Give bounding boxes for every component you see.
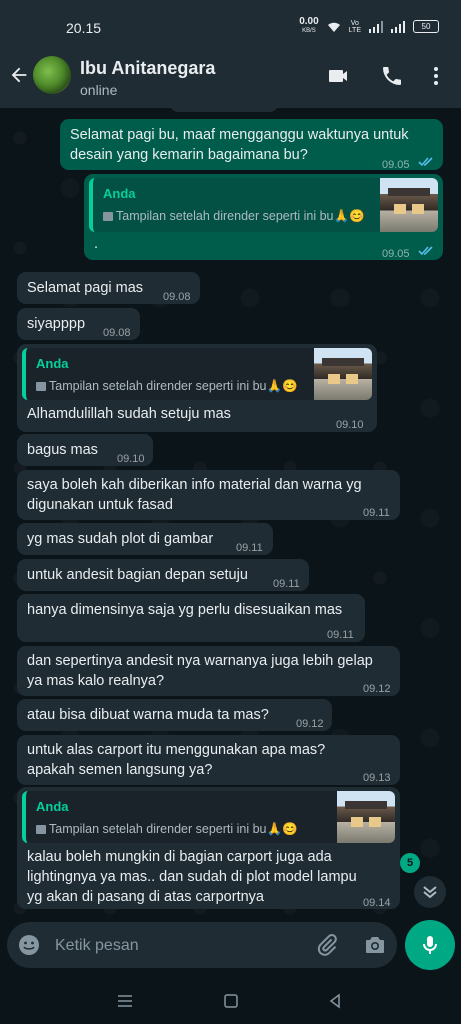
message-bubble-incoming[interactable]: hanya dimensinya saja yg perlu disesuaik…: [17, 594, 365, 642]
message-bubble-incoming[interactable]: dan sepertinya andesit nya warnanya juga…: [17, 646, 400, 696]
message-time: 09.11: [273, 578, 300, 590]
status-time: 20.15: [66, 20, 102, 36]
message-composer: [7, 922, 397, 968]
image-icon: [36, 825, 46, 834]
message-text: saya boleh kah diberikan info material d…: [27, 477, 362, 493]
arrow-left-icon[interactable]: [8, 64, 30, 86]
message-bubble-incoming[interactable]: Anda Tampilan setelah dirender seperti i…: [17, 344, 377, 432]
double-chevron-down-icon: [423, 886, 437, 899]
message-text: apakah semen langsung ya?: [27, 762, 213, 778]
image-icon: [36, 382, 46, 391]
message-text: ya mas kalo realnya?: [27, 673, 165, 689]
message-text: dan sepertinya andesit nya warnanya juga…: [27, 653, 373, 669]
voice-record-button[interactable]: [405, 920, 455, 970]
chat-header: Ibu Anitanegara online: [0, 48, 461, 108]
message-bubble-outgoing[interactable]: Anda Tampilan setelah dirender seperti i…: [84, 174, 443, 260]
status-bar: 20.15 0.00 KB/S Vo LTE 50: [0, 0, 461, 48]
recent-apps-icon[interactable]: [117, 994, 133, 1008]
message-time: 09.10: [336, 419, 364, 431]
quoted-thumbnail: [337, 791, 395, 843]
presence-status: online: [80, 82, 118, 98]
double-check-icon: [418, 157, 433, 167]
quoted-text: Tampilan setelah dirender seperti ini bu…: [103, 206, 365, 226]
message-bubble-incoming[interactable]: yg mas sudah plot di gambar 09.11: [17, 523, 273, 555]
message-text: atau bisa dibuat warna muda ta mas?: [27, 707, 269, 723]
message-text: kalau boleh mungkin di bagian carport ju…: [27, 849, 332, 865]
quoted-message[interactable]: Anda Tampilan setelah dirender seperti i…: [22, 791, 395, 843]
video-call-icon[interactable]: [327, 64, 351, 88]
message-bubble-incoming[interactable]: untuk andesit bagian depan setuju 09.11: [17, 559, 309, 591]
scroll-to-bottom-button[interactable]: [414, 876, 446, 908]
message-text: Alhamdulillah sudah setuju mas: [27, 406, 231, 422]
system-nav-bar: [0, 980, 461, 1024]
quoted-thumbnail: [380, 178, 438, 232]
phone-icon[interactable]: [380, 64, 404, 88]
message-bubble-incoming[interactable]: untuk alas carport itu menggunakan apa m…: [17, 735, 400, 785]
home-icon[interactable]: [223, 993, 239, 1009]
quoted-author: Anda: [36, 799, 69, 814]
more-vert-icon[interactable]: [424, 64, 448, 88]
paperclip-icon[interactable]: [315, 933, 339, 957]
network-speed: 0.00 KB/S: [299, 16, 319, 35]
contact-name[interactable]: Ibu Anitanegara: [80, 58, 215, 79]
quoted-author: Anda: [103, 186, 136, 201]
message-text: Selamat pagi mas: [27, 280, 144, 296]
message-text: lightingnya ya mas.. dan sudah di plot m…: [27, 869, 357, 885]
message-time: 09.11: [236, 542, 263, 554]
message-time: 09.10: [117, 453, 145, 465]
message-time: 09.11: [363, 507, 390, 519]
quoted-text: Tampilan setelah dirender seperti ini bu…: [36, 819, 298, 839]
message-text: .: [94, 236, 99, 252]
message-time: 09.12: [296, 718, 324, 730]
message-partial: [170, 108, 278, 112]
message-bubble-incoming[interactable]: bagus mas 09.10: [17, 434, 153, 466]
message-list[interactable]: Selamat pagi bu, maaf mengganggu waktuny…: [0, 108, 461, 920]
message-text: desain yang kemarin bagaimana bu?: [70, 147, 308, 163]
message-text: yg akan di pasang di atas carportnya: [27, 889, 264, 905]
signal-icon-2: [391, 20, 405, 33]
message-bubble-incoming[interactable]: atau bisa dibuat warna muda ta mas? 09.1…: [17, 699, 332, 731]
quoted-text: Tampilan setelah dirender seperti ini bu…: [36, 376, 298, 396]
message-input[interactable]: [53, 930, 297, 962]
message-text: bagus mas: [27, 442, 98, 458]
message-time: 09.12: [363, 683, 391, 695]
unread-count-badge[interactable]: 5: [400, 853, 420, 873]
quoted-message[interactable]: Anda Tampilan setelah dirender seperti i…: [22, 348, 372, 400]
message-bubble-incoming[interactable]: Anda Tampilan setelah dirender seperti i…: [17, 787, 400, 909]
back-nav-icon[interactable]: [327, 993, 343, 1009]
message-time: 09.13: [363, 772, 391, 784]
message-time: 09.08: [163, 291, 191, 303]
message-bubble-incoming[interactable]: siyapppp 09.08: [17, 308, 140, 340]
message-text: yg mas sudah plot di gambar: [27, 531, 214, 547]
message-text: untuk alas carport itu menggunakan apa m…: [27, 742, 326, 758]
camera-icon[interactable]: [363, 933, 387, 957]
battery-icon: 50: [413, 20, 439, 33]
quoted-message[interactable]: Anda Tampilan setelah dirender seperti i…: [89, 178, 438, 232]
message-bubble-incoming[interactable]: Selamat pagi mas 09.08: [17, 272, 200, 304]
message-time: 09.05: [382, 159, 410, 171]
message-text: Selamat pagi bu, maaf mengganggu waktuny…: [70, 127, 409, 143]
double-check-icon: [418, 246, 433, 256]
message-time: 09.11: [327, 629, 354, 641]
message-time: 09.08: [103, 327, 131, 339]
message-time: 09.14: [363, 897, 391, 909]
quoted-author: Anda: [36, 356, 69, 371]
message-text: digunakan untuk fasad: [27, 497, 173, 513]
message-text: hanya dimensinya saja yg perlu disesuaik…: [27, 602, 343, 618]
message-bubble-incoming[interactable]: saya boleh kah diberikan info material d…: [17, 470, 400, 520]
volte-badge: Vo LTE: [348, 19, 361, 34]
wifi-icon: [327, 22, 340, 32]
status-icons: 0.00 KB/S Vo LTE 50: [299, 16, 439, 35]
avatar[interactable]: [33, 56, 71, 94]
emoji-icon[interactable]: [17, 933, 41, 957]
message-bubble-outgoing[interactable]: Selamat pagi bu, maaf mengganggu waktuny…: [60, 119, 443, 171]
signal-icon: [369, 20, 383, 33]
message-text: siyapppp: [27, 316, 86, 332]
microphone-icon: [423, 936, 437, 954]
quoted-thumbnail: [314, 348, 372, 400]
message-time: 09.05: [382, 248, 410, 260]
image-icon: [103, 212, 113, 221]
message-text: untuk andesit bagian depan setuju: [27, 567, 248, 583]
